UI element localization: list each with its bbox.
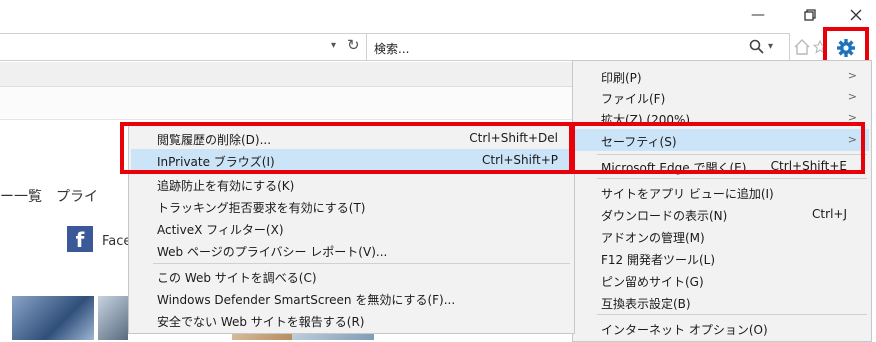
gear-icon[interactable] [836,38,856,58]
facebook-link[interactable]: Face [102,234,131,249]
menu-shortcut: Ctrl+J [812,207,847,221]
minimize-icon: — [751,7,765,23]
submenu-arrow-icon: > [847,90,857,103]
page-header-area [0,87,572,120]
menu-item-internet-options[interactable]: インターネット オプション(O) [601,321,768,338]
menu-item-add-site-to-apps[interactable]: サイトをアプリ ビューに追加(I) [601,185,774,202]
submenu-item-do-not-track[interactable]: トラッキング拒否要求を有効にする(T) [157,199,365,216]
close-icon [850,9,862,21]
facebook-icon[interactable]: f [67,226,93,252]
page-thumbnail-image[interactable] [12,296,94,340]
address-dropdown-icon[interactable]: ▾ [331,40,336,51]
restore-icon [804,9,816,21]
menu-item-label: F12 開発者ツール(L) [601,253,716,267]
menu-item-label: サイトをアプリ ビューに追加(I) [601,187,774,201]
menu-item-label: ファイル(F) [601,92,666,106]
menu-item-label: アドオンの管理(M) [601,231,705,245]
minimize-button[interactable]: — [738,2,778,28]
menu-item-label: 印刷(P) [601,71,642,85]
submenu-item-smartscreen[interactable]: Windows Defender SmartScreen を無効にする(F)..… [157,291,455,308]
submenu-item-report-unsafe[interactable]: 安全でない Web サイトを報告する(R) [157,313,365,330]
page-thumbnail-image[interactable] [98,296,128,340]
menu-item-compat-view[interactable]: 互換表示設定(B) [601,295,691,312]
command-bar [0,62,572,87]
menu-item-label: 互換表示設定(B) [601,297,691,311]
menu-item-label: ActiveX フィルター(X) [157,223,284,237]
menu-separator [153,263,570,264]
menu-item-label: インターネット オプション(O) [601,323,768,337]
menu-item-label: 安全でない Web サイトを報告する(R) [157,315,365,329]
menu-item-label: Windows Defender SmartScreen を無効にする(F)..… [157,293,456,307]
menu-item-label: 追跡防止を有効にする(K) [157,179,295,193]
menu-separator [597,314,867,315]
menu-item-label: Web ページのプライバシー レポート(V)... [157,245,388,259]
menu-item-label: ダウンロードの表示(N) [601,209,728,223]
tools-menu: 印刷(P) > ファイル(F) > 拡大(Z) (200%) > セーフティ(S… [572,60,872,342]
menu-item-label: この Web サイトを調べる(C) [157,271,317,285]
menu-item-manage-addons[interactable]: アドオンの管理(M) [601,229,705,246]
menu-item-f12-devtools[interactable]: F12 開発者ツール(L) [601,251,715,268]
home-icon[interactable] [792,37,812,57]
submenu-arrow-icon: > [847,69,857,82]
refresh-icon[interactable]: ↻ [347,36,360,54]
menu-item-label: トラッキング拒否要求を有効にする(T) [157,201,366,215]
menu-item-view-downloads[interactable]: ダウンロードの表示(N) [601,207,727,224]
search-input[interactable]: 検索... [374,40,409,57]
search-icon[interactable] [749,39,765,55]
menu-separator [597,178,867,179]
close-button[interactable] [836,2,876,28]
submenu-item-tracking-protection[interactable]: 追跡防止を有効にする(K) [157,177,294,194]
submenu-item-privacy-report[interactable]: Web ページのプライバシー レポート(V)... [157,243,387,260]
search-box[interactable] [366,33,790,61]
menu-item-file[interactable]: ファイル(F) [601,90,665,107]
menu-item-label: ピン留めサイト(G) [601,275,704,289]
annotation-box-safety [571,122,865,174]
menu-item-print[interactable]: 印刷(P) [601,69,642,86]
search-dropdown-icon[interactable]: ▾ [768,41,773,52]
page-nav-text[interactable]: ー一覧 プライ [0,186,98,206]
annotation-box-submenu [120,122,573,174]
submenu-item-check-website[interactable]: この Web サイトを調べる(C) [157,269,317,286]
restore-button[interactable] [790,2,830,28]
menu-item-pinned-sites[interactable]: ピン留めサイト(G) [601,273,704,290]
submenu-item-activex-filter[interactable]: ActiveX フィルター(X) [157,221,284,238]
